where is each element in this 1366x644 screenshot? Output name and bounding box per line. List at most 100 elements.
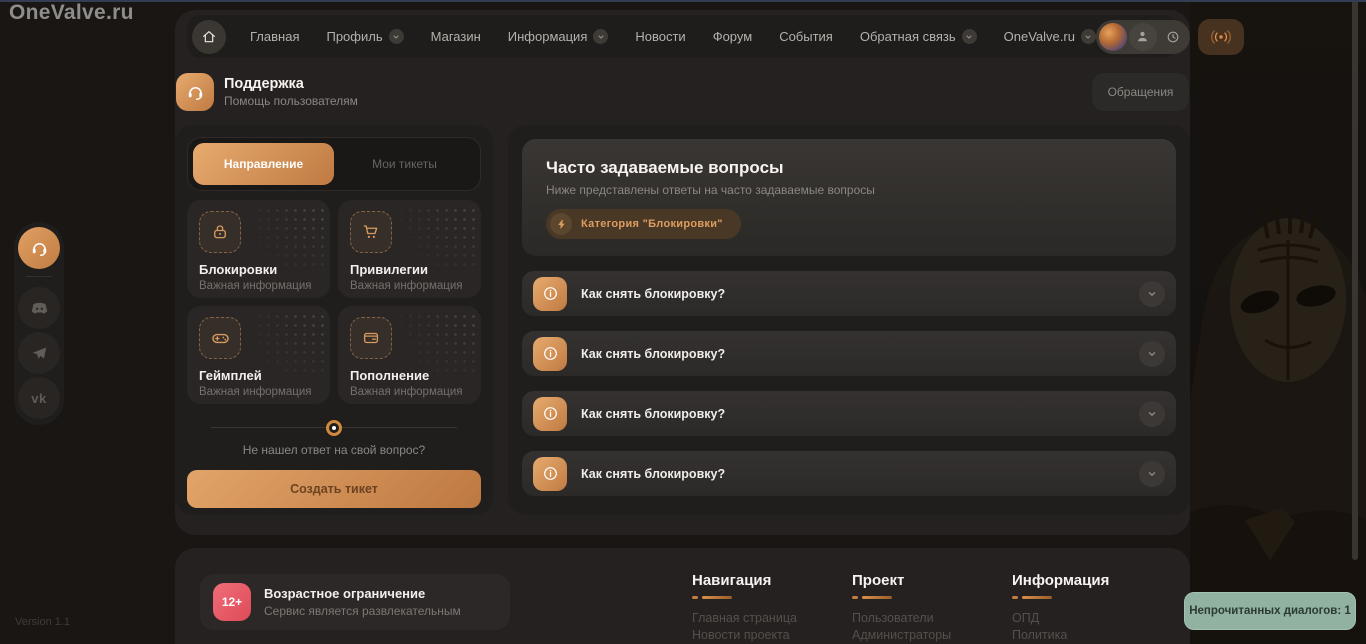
appeals-button[interactable]: Обращения — [1092, 73, 1189, 111]
dots-decoration — [228, 312, 324, 374]
age-restriction-card: 12+ Возрастное ограничение Сервис являет… — [200, 574, 510, 630]
nav-item-feedback[interactable]: Обратная связь — [860, 29, 977, 44]
nav-item-main[interactable]: Главная — [250, 29, 299, 44]
footer-col-project: Проект Пользователи Администраторы — [852, 572, 1002, 644]
vk-button[interactable]: vk — [18, 377, 60, 419]
footer-col-title: Информация — [1012, 572, 1162, 589]
info-icon — [533, 457, 567, 491]
footer-col-navigation: Навигация Главная страница Новости проек… — [692, 572, 842, 644]
nav-item-events[interactable]: События — [779, 29, 833, 44]
chevron-down-icon — [593, 29, 608, 44]
faq-category-badge[interactable]: Категория "Блокировки" — [546, 209, 741, 239]
broadcast-button[interactable] — [1198, 19, 1244, 55]
faq-panel: Часто задаваемые вопросы Ниже представле… — [508, 125, 1190, 515]
page-scrollbar[interactable] — [1352, 0, 1358, 644]
home-icon — [201, 29, 217, 45]
expand-button[interactable] — [1139, 401, 1165, 427]
faq-item[interactable]: Как снять блокировку? — [522, 451, 1176, 496]
tab-my-tickets[interactable]: Мои тикеты — [334, 143, 475, 185]
headset-icon — [30, 239, 49, 258]
discord-button[interactable] — [18, 287, 60, 329]
faq-subtitle: Ниже представлены ответы на часто задава… — [546, 183, 1152, 197]
history-icon — [1165, 29, 1181, 45]
footer-underline-decoration — [1012, 596, 1162, 599]
faq-category-badge-label: Категория "Блокировки" — [581, 218, 723, 230]
nav-item-label: Профиль — [326, 29, 382, 44]
support-tabs: Направление Мои тикеты — [187, 137, 481, 191]
nav-item-label: Новости — [635, 29, 685, 44]
expand-button[interactable] — [1139, 281, 1165, 307]
page-header: Поддержка Помощь пользователям Обращения — [176, 73, 1189, 115]
faq-header-card: Часто задаваемые вопросы Ниже представле… — [522, 139, 1176, 256]
version-label: Version 1.1 — [15, 616, 70, 628]
footer-link-main-page[interactable]: Главная страница — [692, 610, 842, 627]
profile-button[interactable] — [1129, 23, 1157, 51]
nav-item-label: Информация — [508, 29, 588, 44]
no-answer-prompt: Не нашел ответ на свой вопрос? — [187, 443, 481, 457]
discord-icon — [30, 301, 49, 316]
nav-item-label: Форум — [713, 29, 753, 44]
expand-button[interactable] — [1139, 341, 1165, 367]
tab-directions[interactable]: Направление — [193, 143, 334, 185]
nav-item-onevalve[interactable]: OneValve.ru — [1004, 29, 1096, 44]
age-badge: 12+ — [213, 583, 251, 621]
category-card-gameplay[interactable]: Геймплей Важная информация — [187, 306, 330, 404]
footer-link-admins[interactable]: Администраторы — [852, 627, 1002, 644]
chevron-down-icon — [1147, 469, 1157, 479]
faq-title: Часто задаваемые вопросы — [546, 158, 1152, 178]
faq-item[interactable]: Как снять блокировку? — [522, 271, 1176, 316]
faq-question: Как снять блокировку? — [581, 407, 725, 421]
footer-link-project-news[interactable]: Новости проекта — [692, 627, 842, 644]
age-title: Возрастное ограничение — [264, 586, 461, 601]
footer-underline-decoration — [852, 596, 1002, 599]
footer-underline-decoration — [692, 596, 842, 599]
nav-item-label: Обратная связь — [860, 29, 956, 44]
unread-dialogs-toast[interactable]: Непрочитанных диалогов: 1 — [1184, 592, 1356, 630]
chevron-down-icon — [962, 29, 977, 44]
user-icon — [1135, 29, 1150, 44]
nav-item-profile[interactable]: Профиль — [326, 29, 403, 44]
nav-item-information[interactable]: Информация — [508, 29, 609, 44]
faq-question: Как снять блокировку? — [581, 347, 725, 361]
divider-dot-icon — [326, 420, 342, 436]
scrollbar-thumb[interactable] — [1352, 0, 1358, 560]
nav-item-forum[interactable]: Форум — [713, 29, 753, 44]
telegram-button[interactable] — [18, 332, 60, 374]
footer-link-opd[interactable]: ОПД — [1012, 610, 1162, 627]
support-rail-button[interactable] — [18, 227, 60, 269]
category-subtitle: Важная информация — [199, 386, 318, 398]
chevron-down-icon — [1147, 349, 1157, 359]
create-ticket-button[interactable]: Создать тикет — [187, 470, 481, 508]
broadcast-icon — [1211, 29, 1231, 45]
divider — [187, 420, 481, 436]
page-subtitle: Помощь пользователям — [224, 94, 358, 108]
expand-button[interactable] — [1139, 461, 1165, 487]
footer-col-title: Навигация — [692, 572, 842, 589]
info-icon — [533, 337, 567, 371]
faq-item[interactable]: Как снять блокировку? — [522, 391, 1176, 436]
top-accent-line — [0, 0, 1366, 2]
headset-icon — [186, 83, 205, 102]
footer-link-policy[interactable]: Политика — [1012, 627, 1162, 644]
page-title: Поддержка — [224, 76, 304, 92]
footer: 12+ Возрастное ограничение Сервис являет… — [175, 548, 1190, 644]
history-button[interactable] — [1159, 23, 1187, 51]
category-grid: Блокировки Важная информация Привилегии … — [187, 200, 481, 404]
category-subtitle: Важная информация — [350, 280, 469, 292]
category-card-blocks[interactable]: Блокировки Важная информация — [187, 200, 330, 298]
category-card-topup[interactable]: Пополнение Важная информация — [338, 306, 481, 404]
nav-item-shop[interactable]: Магазин — [431, 29, 481, 44]
dots-decoration — [379, 206, 475, 268]
footer-link-users[interactable]: Пользователи — [852, 610, 1002, 627]
social-rail: vk — [14, 222, 64, 425]
faq-item[interactable]: Как снять блокировку? — [522, 331, 1176, 376]
nav-item-news[interactable]: Новости — [635, 29, 685, 44]
nav-items: Главная Профиль Магазин Информация Новос… — [250, 29, 1096, 44]
site-logo[interactable]: OneValve.ru — [9, 1, 134, 25]
main-panel: Главная Профиль Магазин Информация Новос… — [175, 10, 1190, 535]
home-button[interactable] — [192, 20, 226, 54]
category-card-privileges[interactable]: Привилегии Важная информация — [338, 200, 481, 298]
age-subtitle: Сервис является развлекательным — [264, 604, 461, 618]
avatar[interactable] — [1099, 23, 1127, 51]
nav-item-label: Главная — [250, 29, 299, 44]
